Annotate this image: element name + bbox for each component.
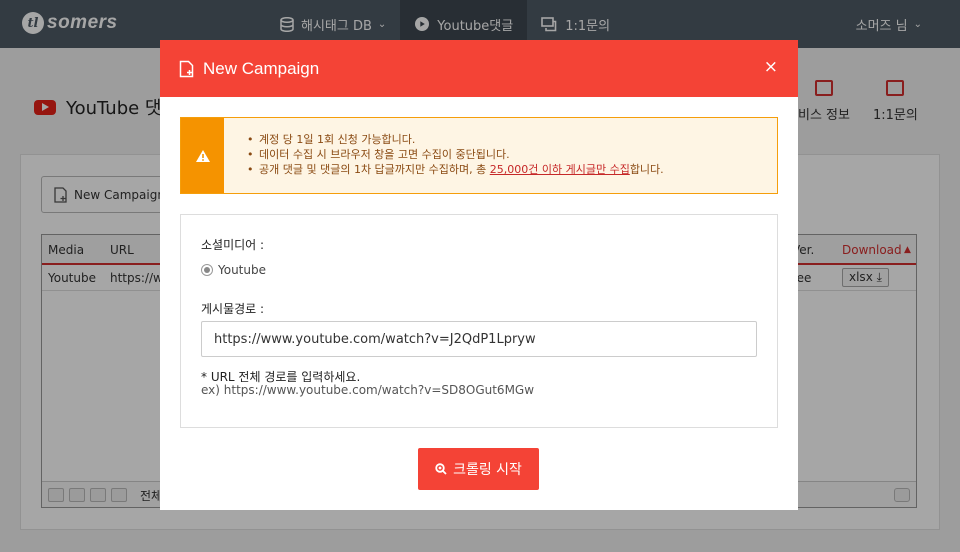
alert-line: 계정 당 1일 1회 신청 가능합니다. <box>247 132 664 147</box>
url-label: 게시물경로 : <box>201 302 265 316</box>
warning-icon <box>195 149 210 162</box>
start-crawling-button[interactable]: 크롤링 시작 <box>418 448 539 490</box>
campaign-form: 소셜미디어 : Youtube 게시물경로 : * URL 전체 경로를 입력하… <box>180 214 778 428</box>
alert-line-suffix: 합니다. <box>629 163 664 176</box>
modal-header: New Campaign × <box>160 40 798 97</box>
warning-alert: 계정 당 1일 1회 신청 가능합니다. 데이터 수집 시 브라우저 창을 고면… <box>180 117 778 194</box>
new-document-icon <box>179 60 194 77</box>
radio-youtube[interactable]: Youtube <box>201 263 266 277</box>
social-media-label: 소셜미디어 : <box>201 238 265 252</box>
alert-list: 계정 당 1일 1회 신청 가능합니다. 데이터 수집 시 브라우저 창을 고면… <box>247 132 664 177</box>
radio-label: Youtube <box>218 263 266 277</box>
alert-line: 공개 댓글 및 댓글의 1차 답글까지만 수집하며, 총 25,000건 이하 … <box>247 162 664 177</box>
start-crawling-label: 크롤링 시작 <box>453 462 522 478</box>
modal-title: New Campaign <box>203 58 320 78</box>
close-icon[interactable]: × <box>764 57 778 77</box>
url-example: ex) https://www.youtube.com/watch?v=SD8O… <box>201 383 535 397</box>
search-icon <box>435 463 447 475</box>
alert-line: 데이터 수집 시 브라우저 창을 고면 수집이 중단됩니다. <box>247 147 664 162</box>
new-campaign-modal: New Campaign × 계정 당 1일 1회 신청 가능합니다. 데이터 … <box>160 40 798 510</box>
alert-line-prefix: 공개 댓글 및 댓글의 1차 답글까지만 수집하며, 총 <box>259 163 490 176</box>
alert-link: 25,000건 이하 게시글만 수집 <box>489 163 630 176</box>
url-input[interactable] <box>201 321 757 357</box>
warning-icon-box <box>181 118 224 193</box>
radio-checked-icon[interactable] <box>201 264 213 276</box>
